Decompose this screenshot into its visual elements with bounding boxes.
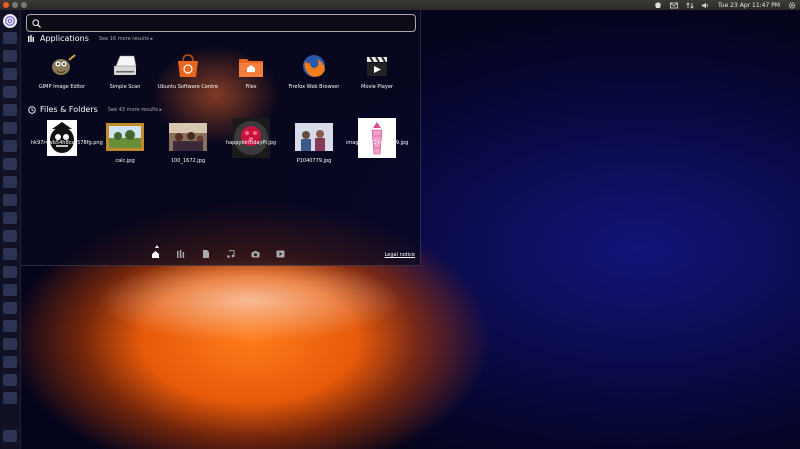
firefox-icon <box>299 52 329 80</box>
files-lens-icon[interactable] <box>201 250 210 258</box>
file-tile-label: image_12724461979.jpg <box>346 140 409 146</box>
launcher-item[interactable] <box>3 32 17 44</box>
launcher-item[interactable] <box>3 68 17 80</box>
app-tile-software-centre[interactable]: Ubuntu Software Centre <box>157 52 219 91</box>
clock[interactable]: Tue 23 Apr 11:47 PM <box>718 2 780 9</box>
file-tile-label: P1040779.jpg <box>296 158 332 164</box>
app-tile-movie-player[interactable]: Movie Player <box>346 52 408 91</box>
launcher-item[interactable] <box>3 374 17 386</box>
launcher-item[interactable] <box>3 356 17 368</box>
legal-notice-link[interactable]: Legal notice <box>385 252 415 258</box>
applications-lens-icon[interactable] <box>176 250 185 258</box>
file-tile-label: hk97r4wb54h8csp578fg.png <box>31 140 103 146</box>
window-minimize-button[interactable] <box>12 2 18 8</box>
volume-icon[interactable] <box>702 2 710 9</box>
home-folder-icon <box>236 52 266 80</box>
file-tile[interactable]: image_12724461979.jpg <box>346 118 409 158</box>
lens-bar <box>151 249 285 258</box>
launcher-item[interactable] <box>3 50 17 62</box>
file-tile[interactable]: happybirthdayPi.jpg <box>220 118 282 158</box>
dash-overlay: Applications See 16 more results GIMP Im… <box>21 10 421 266</box>
dash-home-button[interactable] <box>3 14 17 28</box>
active-lens-indicator <box>155 245 159 248</box>
video-lens-icon[interactable] <box>276 250 285 258</box>
file-thumbnail <box>169 123 207 151</box>
applications-see-more-link[interactable]: See 16 more results <box>99 36 153 42</box>
file-tile[interactable]: calc.jpg <box>94 118 156 165</box>
applications-section-header: Applications See 16 more results <box>28 34 153 43</box>
applications-category-icon <box>28 35 34 42</box>
file-tile[interactable]: P1040779.jpg <box>283 118 345 165</box>
launcher-item[interactable] <box>3 392 17 404</box>
file-tile[interactable]: 100_1672.jpg <box>157 118 219 165</box>
launcher-item[interactable] <box>3 266 17 278</box>
launcher-item[interactable] <box>3 86 17 98</box>
launcher-item[interactable] <box>3 158 17 170</box>
app-tile-label: Ubuntu Software Centre <box>157 84 219 90</box>
session-indicator-icon[interactable] <box>654 1 662 9</box>
search-icon <box>32 18 41 28</box>
file-tile-label: calc.jpg <box>115 158 135 164</box>
home-lens-icon[interactable] <box>151 250 160 258</box>
app-tile-label: GIMP Image Editor <box>38 84 86 90</box>
launcher-item[interactable] <box>3 212 17 224</box>
app-tile-label: Files <box>245 84 257 90</box>
file-thumbnail <box>295 123 333 151</box>
movie-player-icon <box>362 52 392 80</box>
file-thumbnail <box>106 123 144 151</box>
launcher-item[interactable] <box>3 104 17 116</box>
mail-icon[interactable] <box>670 2 678 9</box>
launcher-item[interactable] <box>3 140 17 152</box>
app-tile-gimp[interactable]: GIMP Image Editor <box>31 52 93 91</box>
scanner-icon <box>110 52 140 80</box>
window-maximize-button[interactable] <box>21 2 27 8</box>
launcher-item[interactable] <box>3 302 17 314</box>
app-tile-files[interactable]: Files <box>220 52 282 91</box>
launcher-item[interactable] <box>3 230 17 242</box>
launcher-item[interactable] <box>3 284 17 296</box>
files-see-more-link[interactable]: See 43 more results <box>108 107 162 113</box>
applications-section-title: Applications <box>40 34 89 43</box>
launcher-item[interactable] <box>3 320 17 332</box>
gear-icon[interactable] <box>788 1 796 9</box>
files-section-title: Files & Folders <box>40 105 98 114</box>
app-tile-simple-scan[interactable]: Simple Scan <box>94 52 156 91</box>
network-icon[interactable] <box>686 1 694 9</box>
file-tile[interactable]: hk97r4wb54h8csp578fg.png <box>31 118 103 156</box>
search-input[interactable] <box>44 18 415 28</box>
launcher-item[interactable] <box>3 338 17 350</box>
launcher-item[interactable] <box>3 176 17 188</box>
gimp-icon <box>47 52 77 80</box>
launcher-item[interactable] <box>3 122 17 134</box>
file-tile-label: 100_1672.jpg <box>170 158 206 164</box>
app-tile-label: Simple Scan <box>109 84 141 90</box>
music-lens-icon[interactable] <box>226 249 235 258</box>
app-tile-label: Firefox Web Browser <box>288 84 340 90</box>
file-tile-label: happybirthdayPi.jpg <box>225 140 277 146</box>
window-close-button[interactable] <box>3 2 9 8</box>
clock-icon <box>28 105 36 114</box>
app-tile-firefox[interactable]: Firefox Web Browser <box>283 52 345 91</box>
launcher-item[interactable] <box>3 248 17 260</box>
software-centre-icon <box>173 52 203 80</box>
photos-lens-icon[interactable] <box>251 250 260 258</box>
indicator-area: Tue 23 Apr 11:47 PM <box>654 0 796 10</box>
launcher-item[interactable] <box>3 194 17 206</box>
top-panel: Tue 23 Apr 11:47 PM <box>0 0 800 10</box>
files-section-header: Files & Folders See 43 more results <box>28 105 162 114</box>
search-box[interactable] <box>26 14 416 32</box>
trash-icon[interactable] <box>3 430 17 442</box>
launcher <box>0 10 21 449</box>
app-tile-label: Movie Player <box>361 84 393 90</box>
